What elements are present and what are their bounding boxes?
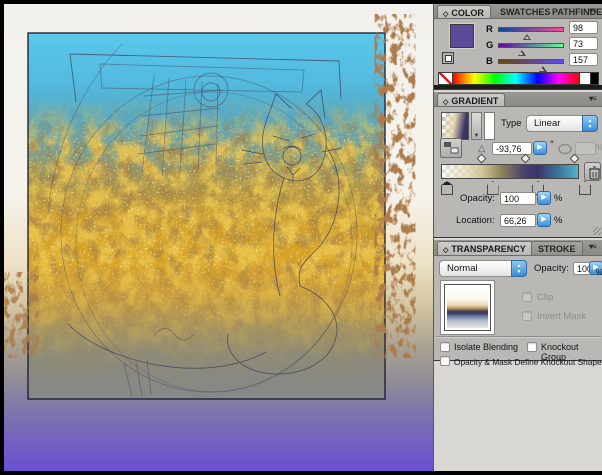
- knockout-shape-checkbox[interactable]: [440, 356, 450, 366]
- location-stepper[interactable]: ▶: [537, 213, 551, 227]
- panel-menu-icon[interactable]: ▾≡: [585, 242, 600, 253]
- location-label: Location:: [456, 215, 495, 226]
- percent-sign: %: [554, 193, 563, 204]
- reverse-gradient-button[interactable]: [440, 138, 462, 158]
- gradient-stop-teal[interactable]: [579, 181, 591, 195]
- knockout-group-checkbox[interactable]: [527, 342, 537, 352]
- channel-label: G: [486, 40, 494, 51]
- collapse-diamond-icon: ◇: [443, 247, 449, 254]
- gradient-midpoint[interactable]: [476, 153, 487, 164]
- collapse-diamond-icon: ◇: [443, 99, 449, 106]
- spectrum-ramp[interactable]: [453, 73, 579, 84]
- gradient-thumbnail[interactable]: [441, 112, 469, 140]
- gradient-midpoint[interactable]: [520, 153, 531, 164]
- aspect-field: [575, 142, 596, 155]
- fill-color-swatch[interactable]: [450, 24, 474, 48]
- gradient-panel: ◇ GRADIENT ▾≡ ▼ Type Linear ▲ ▼ △ -93,76 ▶ …: [434, 92, 602, 237]
- channel-label: R: [486, 24, 493, 35]
- gradient-midpoint[interactable]: [569, 153, 580, 164]
- stroke-swatch-icon[interactable]: [442, 52, 454, 64]
- window-frame-top: [0, 0, 602, 4]
- red-slider-track[interactable]: [498, 27, 564, 40]
- green-slider-handle[interactable]: [517, 50, 526, 56]
- red-value-field[interactable]: 98: [569, 21, 598, 34]
- panel-dock: ◇ COLOR SWATCHES PATHFINDE ▾≡ R 98 G 73 B: [433, 4, 602, 471]
- blue-value-field[interactable]: 157: [569, 53, 598, 66]
- gradient-type-dropdown[interactable]: Linear ▲ ▼: [526, 115, 598, 132]
- collapse-diamond-icon: ◇: [443, 11, 449, 18]
- gradient-slider-bar[interactable]: [441, 164, 579, 179]
- knockout-shape-label: Opacity & Mask Define Knockout Shape: [454, 357, 602, 367]
- dropdown-arrows-icon: ▲ ▼: [511, 260, 527, 277]
- gold-texture: [28, 33, 385, 399]
- canvas-area[interactable]: [4, 4, 433, 471]
- trash-icon: [589, 166, 600, 180]
- isolate-blending-label: Isolate Blending: [454, 342, 519, 352]
- angle-field[interactable]: -93,76: [492, 142, 532, 155]
- opacity-label: Opacity:: [460, 193, 495, 204]
- panel-resize-grip[interactable]: [593, 227, 601, 235]
- color-spectrum-bar[interactable]: [438, 72, 599, 85]
- gradient-panel-tabbar: ◇ GRADIENT ▾≡: [434, 92, 602, 107]
- opacity-label: Opacity:: [534, 263, 569, 274]
- tab-color[interactable]: ◇ COLOR: [437, 5, 491, 18]
- blend-mode-dropdown[interactable]: Normal ▲ ▼: [439, 260, 527, 277]
- window-frame-left: [0, 0, 4, 475]
- type-label: Type: [501, 118, 522, 129]
- black-swatch[interactable]: [590, 73, 598, 84]
- white-swatch[interactable]: [579, 73, 590, 84]
- red-slider-handle[interactable]: [523, 34, 532, 40]
- transparency-panel-tabbar: ◇ TRANSPARENCY STROKE ▾≡: [434, 240, 602, 256]
- panel-base: [434, 85, 602, 89]
- tab-stroke[interactable]: STROKE: [531, 241, 583, 255]
- aspect-ratio-icon: [558, 143, 572, 155]
- green-slider-track[interactable]: [498, 43, 564, 56]
- tab-swatches[interactable]: SWATCHES: [500, 7, 550, 17]
- color-panel-tabbar: ◇ COLOR SWATCHES PATHFINDE ▾≡: [434, 4, 602, 19]
- isolate-blending-checkbox[interactable]: [440, 342, 450, 352]
- tab-transparency[interactable]: ◇ TRANSPARENCY: [437, 241, 533, 255]
- artwork-image: [4, 4, 433, 471]
- channel-label: B: [486, 56, 493, 67]
- object-thumbnail[interactable]: [444, 284, 491, 331]
- clip-checkbox: [522, 292, 532, 302]
- gradient-opacity-field[interactable]: 100: [500, 192, 536, 205]
- gradient-opacity-stepper[interactable]: ▶: [537, 191, 551, 205]
- angle-icon: △: [478, 143, 486, 154]
- divider: [436, 336, 601, 337]
- invert-mask-checkbox: [522, 311, 532, 321]
- dropdown-arrows-icon: ▲ ▼: [582, 115, 598, 132]
- location-field[interactable]: 66,26: [500, 214, 536, 227]
- invert-mask-label: Invert Mask: [537, 311, 587, 322]
- clip-label: Clip: [537, 292, 554, 303]
- gradient-preset-arrow[interactable]: ▼: [471, 112, 482, 140]
- degree-symbol: °: [550, 139, 554, 150]
- stroke-gradient-box[interactable]: [484, 112, 495, 140]
- window-frame-bottom: [0, 471, 602, 475]
- blue-slider-track[interactable]: [498, 59, 564, 72]
- percent-sign: %: [596, 268, 602, 277]
- reverse-gradient-icon: [444, 142, 459, 154]
- color-panel: ◇ COLOR SWATCHES PATHFINDE ▾≡ R 98 G 73 B: [434, 4, 602, 89]
- delete-stop-button[interactable]: [584, 162, 601, 181]
- panel-menu-icon[interactable]: ▾≡: [585, 94, 600, 105]
- transparency-panel: ◇ TRANSPARENCY STROKE ▾≡ Normal ▲ ▼ Opacity…: [434, 240, 602, 367]
- panel-menu-icon[interactable]: ▾≡: [585, 6, 600, 17]
- illustrator-workspace: ◇ COLOR SWATCHES PATHFINDE ▾≡ R 98 G 73 B: [0, 0, 602, 475]
- none-color-swatch[interactable]: [439, 73, 453, 84]
- tab-gradient[interactable]: ◇ GRADIENT: [437, 93, 506, 106]
- percent-sign: %: [554, 215, 563, 226]
- green-value-field[interactable]: 73: [569, 37, 598, 50]
- percent-sign: %: [596, 143, 602, 152]
- angle-stepper[interactable]: ▶: [533, 141, 547, 155]
- gradient-stop-yellow[interactable]: [441, 181, 453, 195]
